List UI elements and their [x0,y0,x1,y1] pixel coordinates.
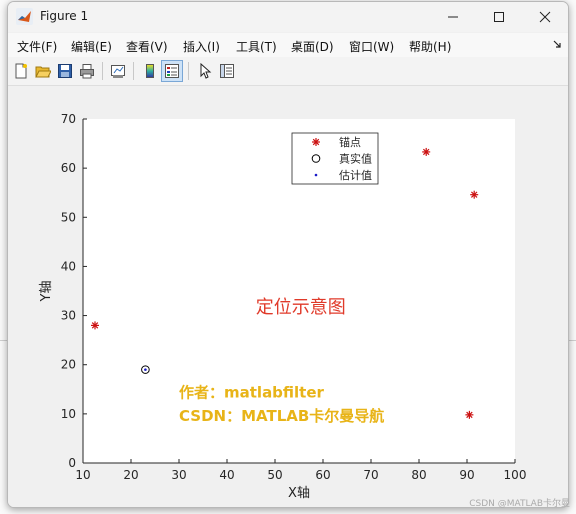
title-bar[interactable]: Figure 1 [8,2,568,32]
chart-annotation-credit: CSDN：MATLAB卡尔曼导航 [179,407,384,425]
property-inspector-icon [220,64,234,78]
menu-desktop[interactable]: 桌面(D) [291,38,334,55]
x-tick-label: 20 [123,468,138,482]
new-figure-button[interactable] [10,60,32,82]
menu-help[interactable]: 帮助(H) [409,38,451,55]
figure-canvas[interactable]: 10 20 30 40 50 60 70 80 90 100 0 10 20 30 40 50 60 70 锚点真… [8,86,568,507]
close-icon [539,11,551,23]
x-tick-label: 70 [363,468,378,482]
menu-tools[interactable]: 工具(T) [236,38,277,55]
save-icon [58,64,72,78]
menu-edit[interactable]: 编辑(E) [71,38,112,55]
toolbar-separator [188,62,189,80]
menu-file[interactable]: 文件(F) [17,38,57,55]
background-divider [0,340,7,341]
x-tick-label: 10 [75,468,90,482]
y-tick-label: 60 [61,161,76,175]
maximize-button[interactable] [476,2,522,32]
legend-marker-dot [314,173,318,177]
x-tick-label: 100 [504,468,527,482]
menu-insert[interactable]: 插入(I) [183,38,220,55]
toolbar-separator [102,62,103,80]
insert-colorbar-button[interactable] [139,60,161,82]
x-tick-label: 80 [411,468,426,482]
x-tick-label: 90 [459,468,474,482]
legend-label: 锚点 [339,135,361,149]
menu-window[interactable]: 窗口(W) [349,38,394,55]
watermark-text: CSDN @MATLAB卡尔曼 [469,499,570,509]
y-tick-label: 30 [61,309,76,323]
y-tick-label: 50 [61,210,76,224]
save-button[interactable] [54,60,76,82]
close-button[interactable] [522,2,568,32]
menu-view[interactable]: 查看(V) [126,38,168,55]
chart-annotation-credit: 作者：matlabfilter [179,384,325,402]
dock-arrow-icon[interactable] [552,39,562,49]
legend-label: 真实值 [339,152,372,166]
property-inspector-button[interactable] [216,60,238,82]
y-tick-label: 40 [61,259,76,273]
x-tick-label: 60 [315,468,330,482]
maximize-icon [494,12,504,22]
y-tick-label: 0 [68,456,76,470]
minimize-button[interactable] [430,2,476,32]
point-asterisk [91,321,99,330]
edit-plot-icon [200,63,212,79]
open-file-button[interactable] [32,60,54,82]
insert-legend-icon [165,64,179,78]
figure-window: Figure 1 文件(F) 编辑(E) 查看(V) 插入(I) 工具(T) 桌… [7,1,569,508]
scatter-chart[interactable]: 10 20 30 40 50 60 70 80 90 100010203040506070 锚点真… [8,86,568,507]
x-tick-label: 30 [171,468,186,482]
print-button[interactable] [76,60,98,82]
y-tick-label: 10 [61,407,76,421]
x-tick-label: 50 [267,468,282,482]
figure-toolbar [8,57,568,86]
point-asterisk [465,410,474,419]
chart-annotation-title: 定位示意图 [256,297,346,318]
edit-plot-button[interactable] [194,60,216,82]
y-tick-label: 70 [61,112,76,126]
x-axis-label: X轴 [288,486,310,501]
point-dot [144,368,147,371]
print-icon [80,64,94,79]
minimize-icon [448,16,458,18]
window-title: Figure 1 [40,9,89,23]
insert-legend-button[interactable] [161,60,183,82]
legend-label: 估计值 [339,169,372,182]
insert-colorbar-icon [146,64,154,78]
menu-bar: 文件(F) 编辑(E) 查看(V) 插入(I) 工具(T) 桌面(D) 窗口(W… [8,33,568,57]
toolbar-separator [133,62,134,80]
link-plot-icon [111,65,125,78]
new-figure-icon [15,63,27,79]
y-axis-label: Y轴 [39,281,54,303]
x-tick-label: 40 [219,468,234,482]
open-file-icon [35,66,51,78]
y-tick-label: 20 [61,358,76,372]
matlab-logo-icon [16,8,33,25]
link-plot-button[interactable] [107,60,129,82]
